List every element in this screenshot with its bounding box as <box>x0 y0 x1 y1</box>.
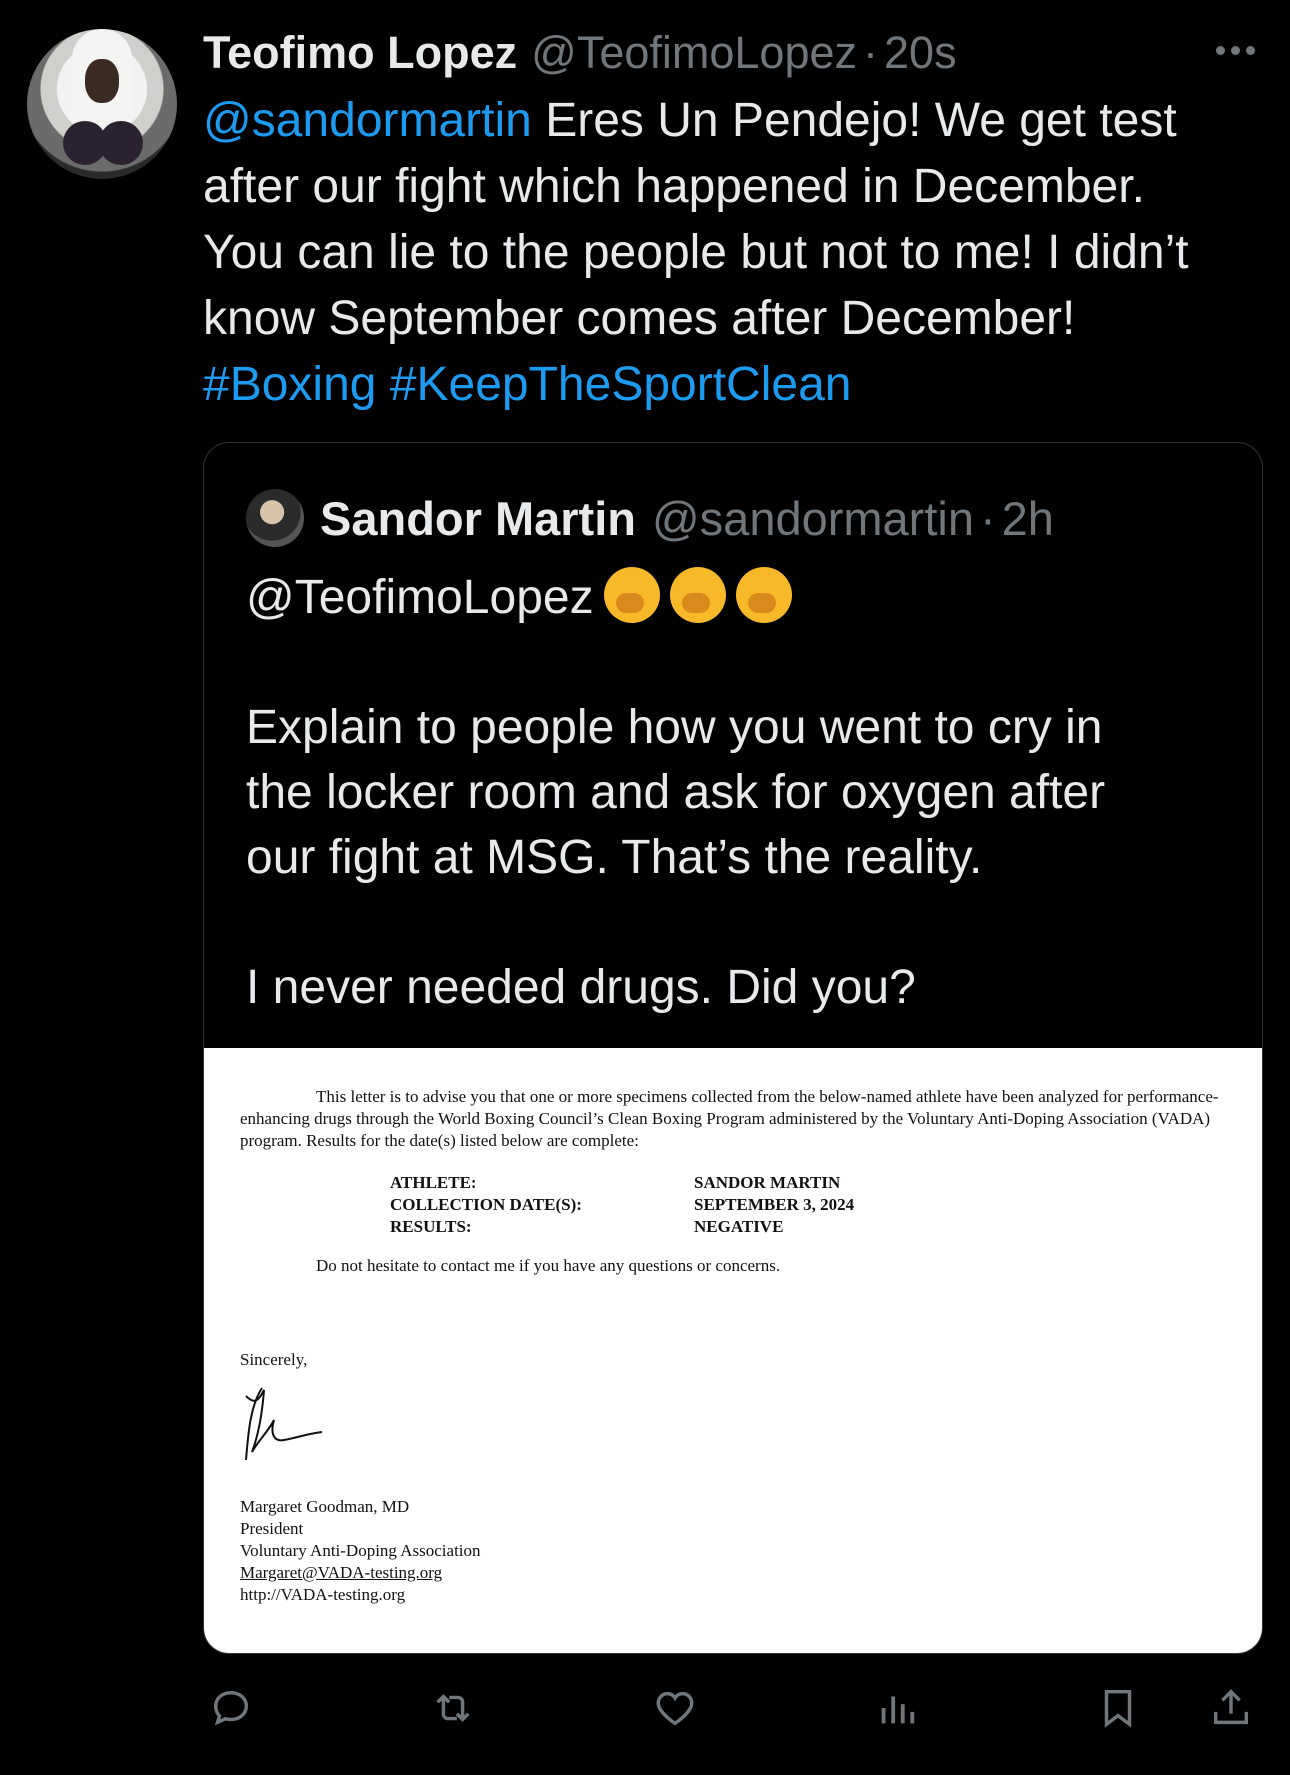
retweet-icon[interactable] <box>425 1680 481 1736</box>
signature <box>245 1387 323 1461</box>
tweet-text-line: after our fight which happened in Decemb… <box>203 160 1145 213</box>
athlete-value: SANDOR MARTIN <box>694 1173 841 1192</box>
separator-dot: · <box>979 491 996 545</box>
quoted-text-line: our fight at MSG. That’s the reality. <box>246 831 983 884</box>
letter-signature-block: Margaret Goodman, MD President Voluntary… <box>240 1496 481 1606</box>
signer-title: President <box>240 1519 304 1538</box>
tweet-text-line: know September comes after December! <box>203 292 1076 345</box>
quoted-tweet-text: @TeofimoLopez Explain to people how you … <box>246 565 1236 1020</box>
letter-closing: Sincerely, <box>240 1350 308 1369</box>
quoted-tweet-header: Sandor Martin @sandormartin · 2h <box>246 487 1054 549</box>
reply-icon[interactable] <box>203 1680 259 1736</box>
more-options-icon[interactable] <box>1210 30 1260 70</box>
letter-field-values: SANDOR MARTIN SEPTEMBER 3, 2024 NEGATIVE <box>694 1172 854 1238</box>
quoted-author-handle: @sandormartin <box>651 491 974 545</box>
signer-website: http://VADA-testing.org <box>240 1585 406 1604</box>
attached-letter-image[interactable]: This letter is to advise you that one or… <box>204 1048 1262 1653</box>
signer-organization: Voluntary Anti-Doping Association <box>240 1541 481 1560</box>
quoted-text-line: the locker room and ask for oxygen after <box>246 766 1106 819</box>
athlete-label: ATHLETE: <box>390 1173 477 1192</box>
collection-date-value: SEPTEMBER 3, 2024 <box>694 1195 855 1214</box>
author-name[interactable]: Teofimo Lopez <box>203 27 517 79</box>
hashtag-link[interactable]: #KeepTheSportClean <box>390 358 852 411</box>
like-icon[interactable] <box>647 1680 703 1736</box>
results-label: RESULTS: <box>390 1217 472 1236</box>
share-icon[interactable] <box>1203 1680 1259 1736</box>
tweet-text-line: You can lie to the people but not to me!… <box>203 226 1189 279</box>
letter-intro: This letter is to advise you that one or… <box>240 1087 1219 1150</box>
yawning-face-icon <box>669 567 726 623</box>
quoted-mention: @TeofimoLopez <box>246 571 594 624</box>
signer-name: Margaret Goodman, MD <box>240 1497 410 1516</box>
letter-field-labels: ATHLETE: COLLECTION DATE(S): RESULTS: <box>390 1172 582 1238</box>
tweet-action-bar <box>203 1680 1263 1740</box>
separator-dot: · <box>863 27 879 78</box>
mention-link[interactable]: @sandormartin <box>203 94 532 147</box>
tweet-text-line: Eres Un Pendejo! We get test <box>531 94 1177 147</box>
tweet-timestamp[interactable]: 20s <box>884 27 957 79</box>
quoted-author-avatar <box>246 489 304 547</box>
quoted-tweet[interactable]: Sandor Martin @sandormartin · 2h @Teofim… <box>203 442 1263 1654</box>
author-avatar[interactable] <box>27 29 177 179</box>
views-icon[interactable] <box>869 1680 925 1736</box>
quoted-text-line: I never needed drugs. Did you? <box>246 961 916 1014</box>
tweet-header: Teofimo Lopez @TeofimoLopez · 20s <box>203 22 1213 84</box>
letter-contact-line: Do not hesitate to contact me if you hav… <box>316 1256 781 1275</box>
quoted-author-name: Sandor Martin <box>320 491 636 545</box>
signer-email: Margaret@VADA-testing.org <box>240 1563 443 1582</box>
bookmark-icon[interactable] <box>1090 1680 1146 1736</box>
tweet-text: @sandormartin Eres Un Pendejo! We get te… <box>203 88 1283 418</box>
hashtag-link[interactable]: #Boxing <box>203 358 376 411</box>
collection-date-label: COLLECTION DATE(S): <box>390 1195 582 1214</box>
yawning-face-icon <box>603 567 660 623</box>
author-handle[interactable]: @TeofimoLopez <box>531 27 857 79</box>
quoted-text-line: Explain to people how you went to cry in <box>246 701 1103 754</box>
results-value: NEGATIVE <box>694 1217 784 1236</box>
yawning-face-icon <box>735 567 792 623</box>
quoted-timestamp: 2h <box>1001 491 1054 545</box>
